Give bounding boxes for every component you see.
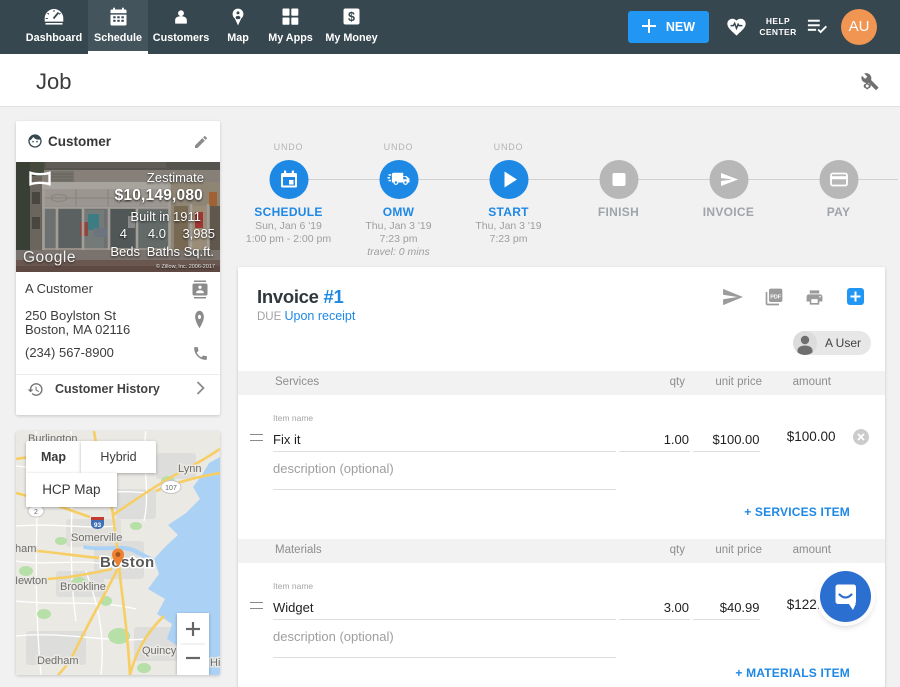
svg-text:Lynn: Lynn	[178, 463, 201, 475]
svg-text:PDF: PDF	[770, 294, 782, 300]
svg-text:Hingham: Hingham	[210, 657, 220, 669]
svg-text:Brookline: Brookline	[60, 581, 106, 593]
svg-text:$: $	[348, 10, 355, 24]
svg-text:Somerville: Somerville	[71, 532, 122, 544]
svg-text:107: 107	[165, 485, 177, 492]
svg-text:93: 93	[94, 522, 102, 529]
svg-text:Newton: Newton	[16, 575, 47, 587]
svg-text:Quincy: Quincy	[142, 645, 177, 657]
svg-text:ham: ham	[16, 543, 36, 555]
svg-text:2: 2	[34, 509, 38, 516]
svg-text:Dedham: Dedham	[37, 655, 79, 667]
svg-text:Boston: Boston	[100, 554, 155, 571]
